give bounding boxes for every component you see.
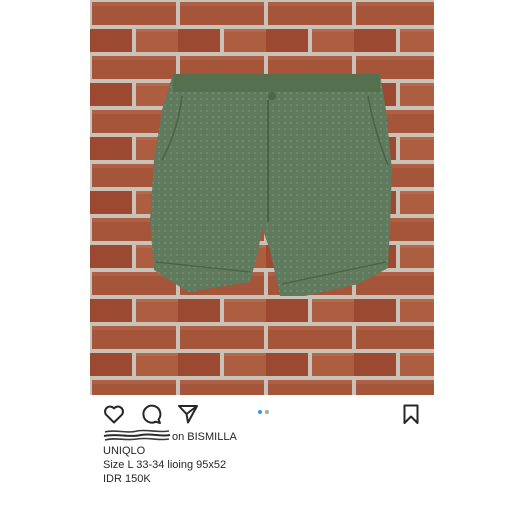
- send-icon[interactable]: [176, 402, 200, 426]
- comment-icon[interactable]: [139, 402, 163, 426]
- carousel-dot: [258, 410, 262, 414]
- carousel-indicator: [258, 410, 272, 416]
- redacted-username-scribble: [103, 428, 171, 444]
- caption-tail-text: on BISMILLA: [172, 431, 237, 443]
- bookmark-icon[interactable]: [399, 402, 423, 426]
- post-action-bar: [90, 397, 434, 431]
- caption-first-line: on BISMILLA: [103, 428, 433, 444]
- heart-icon[interactable]: [102, 402, 126, 426]
- carousel-dot: [265, 410, 269, 414]
- caption-brand: UNIQLO: [103, 445, 146, 457]
- caption-size: Size L 33-34 lioing 95x52: [103, 459, 227, 471]
- post-caption: on BISMILLA UNIQLO Size L 33-34 lioing 9…: [103, 428, 433, 486]
- caption-price: IDR 150K: [103, 473, 151, 485]
- post-photo[interactable]: [90, 0, 434, 395]
